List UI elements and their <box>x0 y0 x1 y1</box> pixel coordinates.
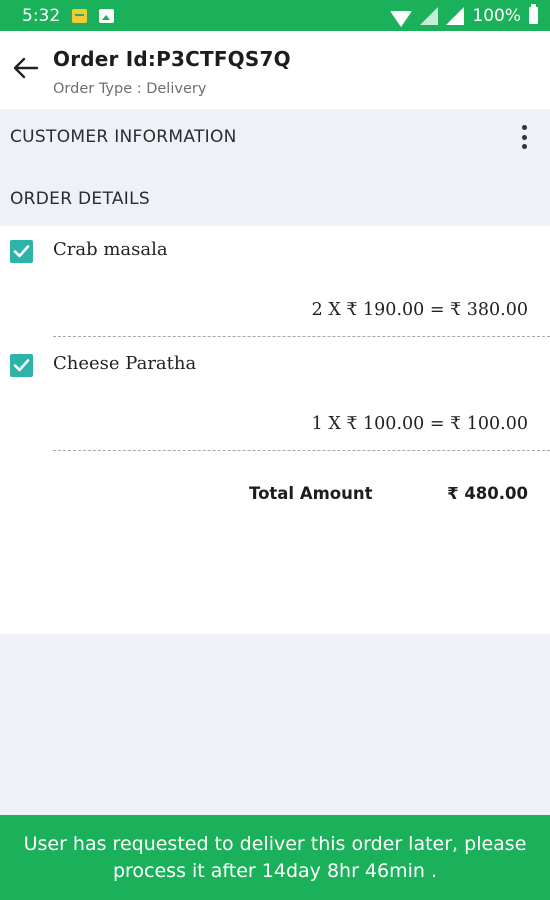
item-price-line: 1 X ₹ 100.00 = ₹ 100.00 <box>311 414 528 434</box>
status-time: 5:32 <box>22 5 61 26</box>
order-items-card: Crab masala 2 X ₹ 190.00 = ₹ 380.00 Chee… <box>0 226 550 634</box>
back-arrow-icon[interactable] <box>13 57 39 79</box>
more-options-icon[interactable] <box>522 125 528 149</box>
item-checkbox[interactable] <box>10 354 33 377</box>
customer-information-section[interactable]: CUSTOMER INFORMATION <box>0 111 550 163</box>
battery-icon <box>529 4 538 24</box>
order-details-section: ORDER DETAILS <box>0 173 550 225</box>
dashed-divider <box>53 450 550 451</box>
page-title: Order Id:P3CTFQS7Q <box>53 47 291 71</box>
item-name: Cheese Paratha <box>53 353 197 374</box>
battery-percentage: 100% <box>472 5 521 26</box>
section-title: ORDER DETAILS <box>10 189 150 209</box>
item-name: Crab masala <box>53 239 168 260</box>
total-amount-label: Total Amount <box>249 484 373 503</box>
total-amount-value: ₹ 480.00 <box>447 484 528 503</box>
signal-icon <box>420 6 439 25</box>
order-header: Order Id:P3CTFQS7Q Order Type : Delivery <box>0 31 550 109</box>
delivery-later-banner: User has requested to deliver this order… <box>0 815 550 900</box>
file-notification-icon <box>72 8 88 23</box>
section-title: CUSTOMER INFORMATION <box>10 127 237 147</box>
dashed-divider <box>53 336 550 337</box>
item-checkbox[interactable] <box>10 240 33 263</box>
order-type-subtitle: Order Type : Delivery <box>53 81 207 97</box>
signal-icon <box>446 6 465 25</box>
wifi-icon <box>390 10 413 27</box>
status-bar: 5:32 100% <box>0 0 550 31</box>
image-notification-icon <box>99 8 115 23</box>
item-price-line: 2 X ₹ 190.00 = ₹ 380.00 <box>311 300 528 320</box>
banner-message: User has requested to deliver this order… <box>23 832 527 882</box>
